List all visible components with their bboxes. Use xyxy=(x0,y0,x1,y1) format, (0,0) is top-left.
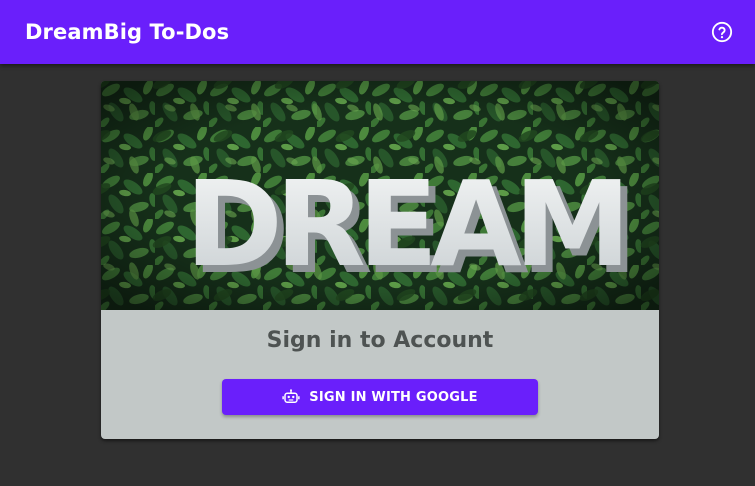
hero-image: DREAM DREAM xyxy=(101,81,659,310)
app-bar: DreamBig To-Dos xyxy=(0,0,755,64)
dream-image-icon: DREAM DREAM xyxy=(101,81,659,310)
sign-in-with-google-button[interactable]: SIGN IN WITH GOOGLE xyxy=(222,379,538,415)
svg-text:DREAM: DREAM xyxy=(185,155,623,293)
sign-in-button-label: SIGN IN WITH GOOGLE xyxy=(309,389,478,405)
signin-title: Sign in to Account xyxy=(266,328,494,353)
robot-icon xyxy=(282,389,300,403)
help-circle-icon[interactable] xyxy=(711,21,733,43)
signin-card: DREAM DREAM Sign in to Account SIGN IN W… xyxy=(101,81,659,439)
app-title: DreamBig To-Dos xyxy=(25,20,230,44)
